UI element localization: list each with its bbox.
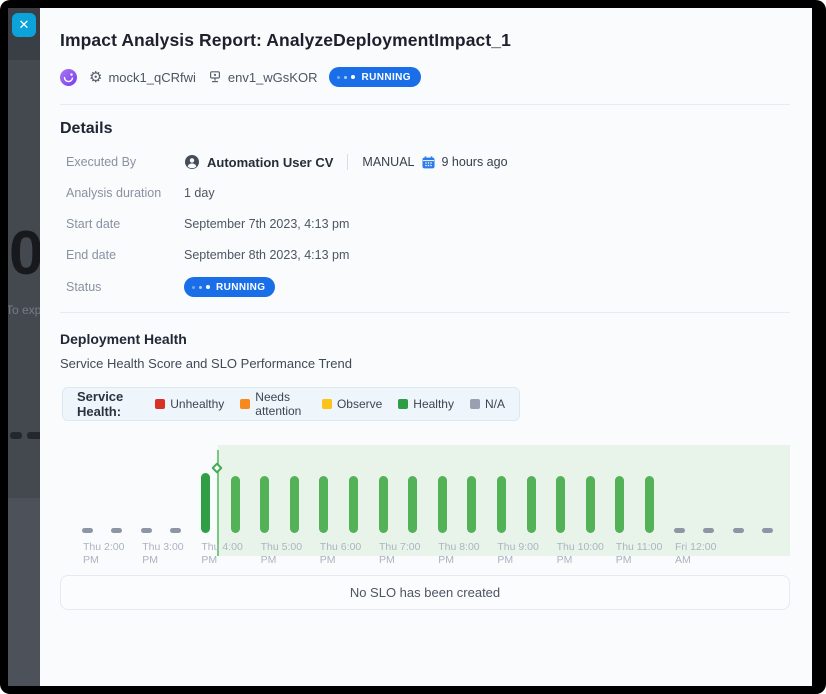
legend-item-observe: Observe <box>322 397 382 411</box>
health-bar-healthy <box>379 476 388 533</box>
health-bar-healthy <box>438 476 447 533</box>
health-na-dash <box>674 528 685 533</box>
duration-row: Analysis duration 1 day <box>60 184 790 202</box>
health-na-dash <box>111 528 122 533</box>
service-avatar-icon <box>60 69 77 86</box>
x-axis-tick-label: Thu 5:00PM <box>261 541 302 566</box>
calendar-icon <box>422 156 435 169</box>
x-axis-tick-label: Thu 7:00PM <box>379 541 420 566</box>
health-bar-healthy <box>556 476 565 533</box>
health-bar-healthy <box>615 476 624 533</box>
x-axis-tick-label: Thu 4:00PM <box>201 541 242 566</box>
health-bar-healthy <box>586 476 595 533</box>
dimmed-page-dash <box>10 432 22 439</box>
health-bar-healthy <box>260 476 269 533</box>
x-axis-tick-label: Thu 11:00PM <box>616 541 663 566</box>
observe-swatch-icon <box>322 399 332 409</box>
app-viewport: 0 To expa ✕ Impact Analysis Report: Anal… <box>8 8 812 686</box>
running-dots-icon <box>337 76 340 79</box>
deployment-health-subtitle: Service Health Score and SLO Performance… <box>60 356 790 371</box>
duration-label: Analysis duration <box>66 186 184 200</box>
status-row: Status RUNNING <box>60 277 790 297</box>
legend-item-na: N/A <box>470 397 505 411</box>
environment-name: env1_wGsKOR <box>228 70 318 85</box>
slo-empty-text: No SLO has been created <box>350 585 500 600</box>
x-axis-tick-label: Thu 8:00PM <box>438 541 479 566</box>
health-chart[interactable]: Thu 2:00PM Thu 3:00PM Thu 4:00PM Thu 5:00PM… <box>60 431 790 568</box>
health-bar-healthy <box>497 476 506 533</box>
healthy-swatch-icon <box>398 399 408 409</box>
health-bar-healthy <box>645 476 654 533</box>
health-na-dash <box>170 528 181 533</box>
pipeline-name: mock1_qCRfwi <box>108 70 195 85</box>
gear-icon: ⚙ <box>89 70 102 85</box>
legend-title: Service Health: <box>77 389 139 419</box>
health-bar-healthy <box>231 476 240 533</box>
deployment-health-heading: Deployment Health <box>60 331 790 347</box>
status-badge: RUNNING <box>329 67 420 87</box>
details-section: Details Executed By Automation User CV M… <box>40 105 812 312</box>
health-na-dash <box>82 528 93 533</box>
unhealthy-swatch-icon <box>155 399 165 409</box>
start-date-label: Start date <box>66 217 184 231</box>
executed-by-row: Executed By Automation User CV MANUAL <box>60 153 790 171</box>
environment-meta: env1_wGsKOR <box>208 70 318 85</box>
na-swatch-icon <box>470 399 480 409</box>
service-health-legend: Service Health: Unhealthy Needs attentio… <box>62 387 520 421</box>
end-date-label: End date <box>66 248 184 262</box>
health-bar-healthy <box>527 476 536 533</box>
duration-value: 1 day <box>184 186 215 200</box>
close-drawer-button[interactable]: ✕ <box>12 13 36 37</box>
x-axis-tick-label: Thu 6:00PM <box>320 541 361 566</box>
legend-item-healthy: Healthy <box>398 397 454 411</box>
x-axis-tick-label: Thu 2:00PM <box>83 541 124 566</box>
running-dots-icon <box>192 286 195 289</box>
start-date-value: September 7th 2023, 4:13 pm <box>184 217 349 231</box>
health-na-dash <box>703 528 714 533</box>
executed-time: 9 hours ago <box>442 155 508 169</box>
x-axis-tick-label: Fri 12:00AM <box>675 541 716 566</box>
health-bar-healthy <box>319 476 328 533</box>
report-title: Impact Analysis Report: AnalyzeDeploymen… <box>60 30 790 51</box>
drawer-header: Impact Analysis Report: AnalyzeDeploymen… <box>40 8 812 104</box>
health-bar-healthy <box>290 476 299 533</box>
report-meta-row: ⚙ mock1_qCRfwi env1_wGsKOR <box>60 67 790 87</box>
impact-analysis-drawer: Impact Analysis Report: AnalyzeDeploymen… <box>40 8 812 686</box>
end-date-value: September 8th 2023, 4:13 pm <box>184 248 349 262</box>
health-na-dash <box>733 528 744 533</box>
details-heading: Details <box>60 120 790 138</box>
vertical-separator <box>347 154 348 170</box>
health-bar-healthy <box>408 476 417 533</box>
end-date-row: End date September 8th 2023, 4:13 pm <box>60 246 790 264</box>
executed-by-label: Executed By <box>66 155 184 169</box>
close-icon: ✕ <box>19 17 30 32</box>
health-na-dash <box>141 528 152 533</box>
screenshot-frame: 0 To expa ✕ Impact Analysis Report: Anal… <box>0 0 826 694</box>
executed-by-user: Automation User CV <box>207 155 333 170</box>
x-axis-tick-label: Thu 3:00PM <box>142 541 183 566</box>
health-na-dash <box>762 528 773 533</box>
needs-attention-swatch-icon <box>240 399 250 409</box>
health-bar-deployment <box>201 473 210 533</box>
status-badge: RUNNING <box>184 277 275 297</box>
legend-item-unhealthy: Unhealthy <box>155 397 224 411</box>
user-icon <box>184 154 200 170</box>
x-axis-tick-label: Thu 9:00PM <box>497 541 538 566</box>
x-axis-tick-label: Thu 10:00PM <box>557 541 604 566</box>
pipeline-meta: ⚙ mock1_qCRfwi <box>89 70 196 85</box>
start-date-row: Start date September 7th 2023, 4:13 pm <box>60 215 790 233</box>
trigger-mode: MANUAL <box>362 155 414 169</box>
legend-item-needs-attention: Needs attention <box>240 390 306 418</box>
status-label: Status <box>66 280 184 294</box>
slo-empty-state: No SLO has been created <box>60 575 790 610</box>
dimmed-page-count: 0 <box>9 218 42 289</box>
health-bar-healthy <box>349 476 358 533</box>
health-bar-healthy <box>467 476 476 533</box>
environment-icon <box>208 70 222 84</box>
deployment-health-section: Deployment Health Service Health Score a… <box>40 313 812 610</box>
